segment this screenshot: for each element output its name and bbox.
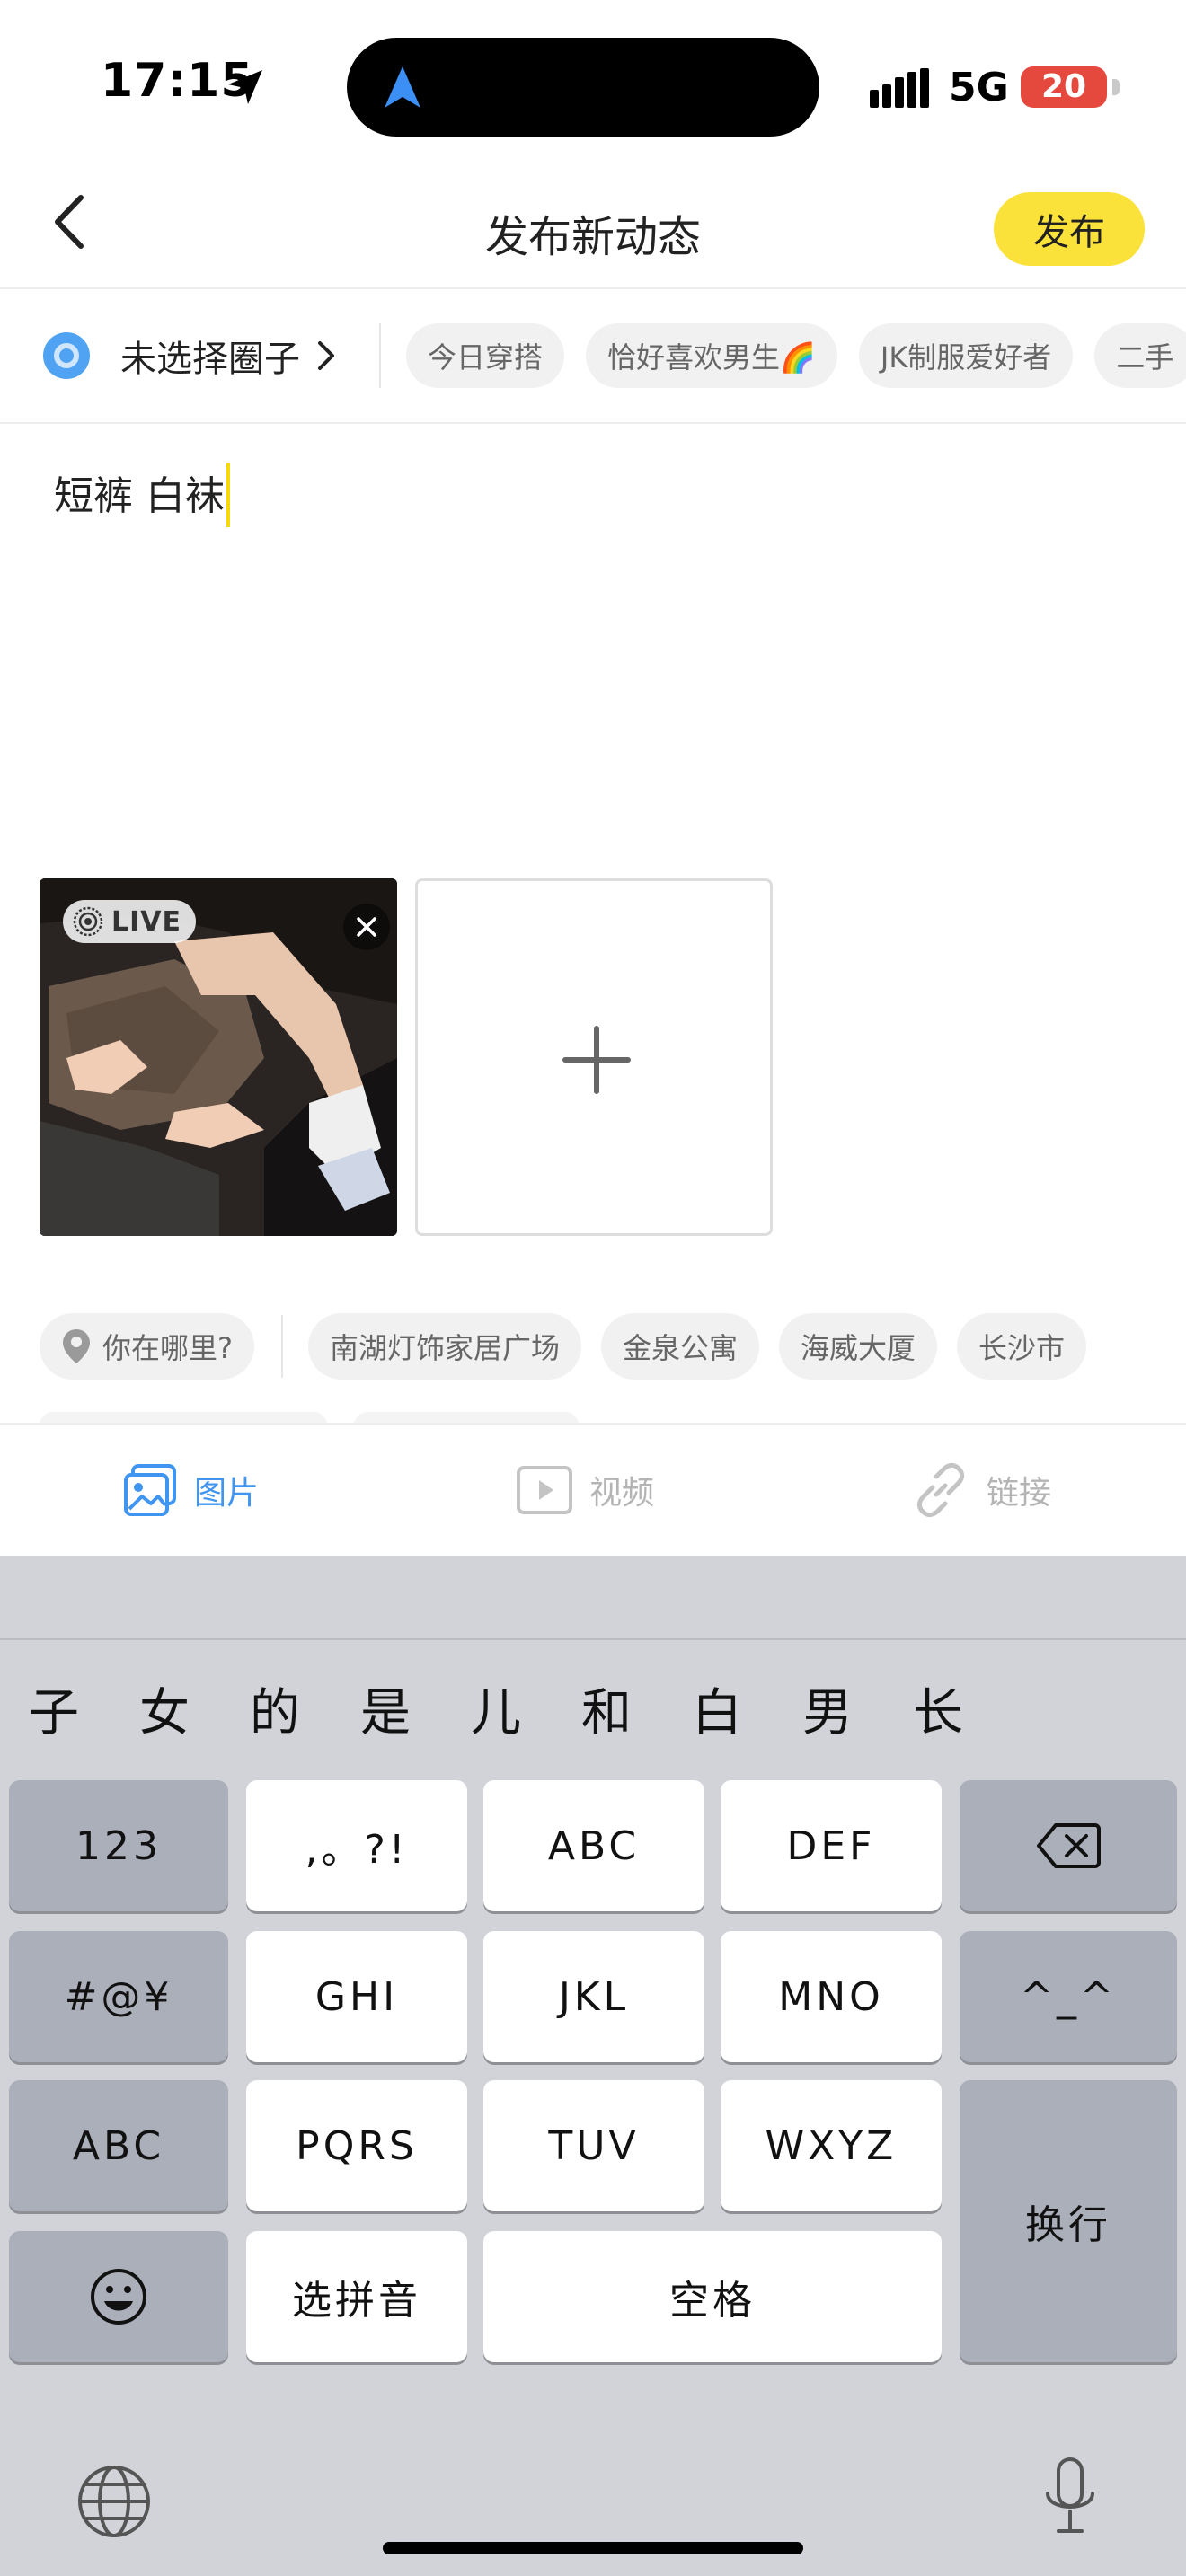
circle-chip-list: 今日穿搭 恰好喜欢男生🌈 JK制服爱好者 二手 [406,323,1186,388]
media-type-tabs: 图片 视频 链接 [0,1423,1186,1556]
live-label: LIVE [111,905,181,938]
publish-button[interactable]: 发布 [994,192,1145,266]
tab-video-label: 视频 [589,1475,655,1512]
dynamic-island [347,38,819,137]
globe-icon[interactable] [75,2463,153,2540]
page-header: 发布新动态 发布 [0,171,1186,287]
candidate-word[interactable]: 是 [350,1672,421,1745]
battery-level: 20 [1040,68,1087,105]
tab-link-label: 链接 [987,1475,1052,1512]
post-text-input[interactable]: 短裤 白袜 [54,463,230,531]
key-emoji[interactable] [9,2231,228,2362]
key-backspace[interactable] [960,1780,1177,1911]
key-punctuation[interactable]: ,。?! [246,1780,467,1911]
location-suggestion[interactable]: 海威大厦 [779,1313,938,1380]
circle-separator [379,323,381,388]
live-photo-icon [73,906,103,937]
home-indicator [383,2542,803,2554]
location-row: 你在哪里? 南湖灯饰家居广场 金泉公寓 海威大厦 长沙市 [40,1313,1106,1380]
key-space[interactable]: 空格 [483,2231,942,2362]
circle-chip[interactable]: 恰好喜欢男生🌈 [586,323,837,388]
link-icon [916,1462,965,1518]
key-wxyz[interactable]: WXYZ [721,2080,942,2211]
candidate-word[interactable]: 和 [571,1672,642,1745]
navigation-arrow-icon [385,66,420,108]
key-pinyin[interactable]: 选拼音 [246,2231,467,2362]
signal-icon [870,68,929,108]
video-icon [517,1466,572,1514]
keyboard-top-line [0,1638,1186,1640]
image-icon [124,1464,176,1516]
candidate-word[interactable]: 男 [792,1672,863,1745]
backspace-icon [1037,1823,1101,1868]
key-123[interactable]: 123 [9,1780,228,1911]
tab-video[interactable]: 视频 [516,1459,654,1522]
key-symbols[interactable]: #@¥ [9,1931,228,2062]
location-arrow-icon [228,70,262,104]
key-mno[interactable]: MNO [721,1931,942,2062]
close-icon [357,917,376,937]
tab-link[interactable]: 链接 [911,1459,1051,1522]
circle-select-button[interactable]: 未选择圈子 [43,331,340,381]
key-def[interactable]: DEF [721,1780,942,1911]
location-suggestion[interactable]: 南湖灯饰家居广场 [308,1313,582,1380]
keyboard: 子 女 的 是 儿 和 白 男 长 123 ,。?! ABC DEF #@¥ G… [0,1556,1186,2576]
microphone-icon[interactable] [1039,2454,1102,2544]
battery-icon: 20 [1021,66,1107,108]
plus-icon [562,1026,631,1094]
network-type: 5G [949,65,1009,110]
candidate-word[interactable]: 长 [902,1672,974,1745]
tab-image[interactable]: 图片 [122,1459,259,1522]
location-suggestion[interactable]: 金泉公寓 [601,1313,760,1380]
live-badge: LIVE [63,900,196,943]
post-text: 短裤 白袜 [54,473,225,519]
remove-photo-button[interactable] [343,904,390,950]
key-emoticon[interactable]: ^_^ [960,1931,1177,2062]
text-caret [226,463,230,527]
location-picker-button[interactable]: 你在哪里? [40,1313,254,1380]
candidate-word[interactable]: 的 [239,1672,311,1745]
circle-chip[interactable]: JK制服爱好者 [858,323,1074,388]
status-bar: 17:15 5G 20 [0,0,1186,171]
circle-chip[interactable]: 二手 [1094,323,1186,388]
emoji-icon [91,2269,146,2325]
circle-divider [0,422,1186,424]
location-suggestion[interactable]: 长沙市 [957,1313,1087,1380]
key-abc[interactable]: ABC [483,1780,704,1911]
photo-thumbnail[interactable]: LIVE [40,878,397,1236]
key-jkl[interactable]: JKL [483,1931,704,2062]
location-placeholder: 你在哪里? [102,1331,233,1365]
candidate-word[interactable]: 白 [681,1672,753,1745]
location-pin-icon [63,1329,90,1363]
battery-tip [1112,79,1120,95]
key-return[interactable]: 换行 [960,2080,1177,2362]
location-separator [281,1315,283,1378]
circle-radio-icon [43,332,90,379]
tab-image-label: 图片 [194,1475,260,1512]
circle-row: 未选择圈子 今日穿搭 恰好喜欢男生🌈 JK制服爱好者 二手 [0,289,1186,422]
circle-select-label: 未选择圈子 [120,339,300,380]
key-pqrs[interactable]: PQRS [246,2080,467,2211]
chevron-right-icon [318,341,334,370]
circle-chip[interactable]: 今日穿搭 [406,323,565,388]
candidate-bar: 子 女 的 是 儿 和 白 男 长 [0,1672,1186,1744]
candidate-word[interactable]: 子 [18,1672,90,1745]
key-abc-switch[interactable]: ABC [9,2080,228,2211]
key-tuv[interactable]: TUV [483,2080,704,2211]
candidate-word[interactable]: 女 [128,1672,200,1745]
key-ghi[interactable]: GHI [246,1931,467,2062]
add-media-button[interactable] [415,878,773,1236]
candidate-word[interactable]: 儿 [460,1672,532,1745]
